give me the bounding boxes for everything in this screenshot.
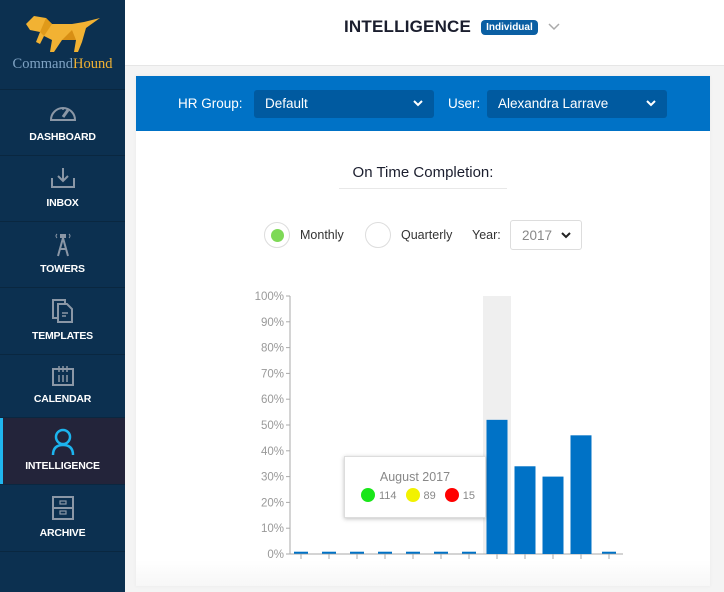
sidebar-item-towers[interactable]: TOWERS bbox=[0, 222, 125, 288]
bar-4 bbox=[378, 551, 392, 554]
bar-2 bbox=[322, 551, 336, 554]
card-footer-fade bbox=[136, 560, 710, 586]
yellow-status-dot-icon bbox=[405, 487, 420, 502]
user-icon bbox=[51, 428, 74, 456]
sidebar-item-label: INTELLIGENCE bbox=[25, 460, 100, 472]
sidebar-item-archive[interactable]: ARCHIVE bbox=[0, 485, 125, 552]
bar-7 bbox=[462, 551, 476, 554]
sidebar-item-calendar[interactable]: CALENDAR bbox=[0, 355, 125, 418]
red-status-dot-icon bbox=[444, 487, 459, 502]
brand-name-part1: Command bbox=[12, 56, 73, 72]
sidebar-item-dashboard[interactable]: DASHBOARD bbox=[0, 90, 125, 156]
y-tick-label: 60% bbox=[261, 394, 284, 406]
y-tick-label: 100% bbox=[255, 291, 284, 303]
sidebar-item-label: TOWERS bbox=[40, 263, 85, 275]
sidebar-item-label: ARCHIVE bbox=[39, 527, 86, 539]
bar-8 bbox=[486, 419, 508, 554]
brand-name: CommandHound bbox=[0, 56, 125, 73]
intelligence-card: HR Group: Default User: Alexandra Larrav… bbox=[136, 76, 710, 586]
y-tick-label: 40% bbox=[261, 446, 284, 458]
download-tray-icon bbox=[50, 168, 75, 188]
tooltip-red-value: 15 bbox=[462, 490, 476, 502]
bar-3 bbox=[350, 551, 364, 554]
header: INTELLIGENCE Individual bbox=[125, 0, 724, 66]
title-dropdown[interactable]: INTELLIGENCE Individual bbox=[344, 17, 560, 37]
bar-6 bbox=[434, 551, 448, 554]
bar-5 bbox=[406, 551, 420, 554]
sidebar-item-label: TEMPLATES bbox=[31, 330, 93, 342]
logo[interactable]: CommandHound bbox=[0, 0, 125, 90]
documents-icon bbox=[51, 299, 73, 323]
bar-1 bbox=[294, 551, 308, 554]
bar-10 bbox=[542, 476, 564, 554]
tooltip-yellow-value: 89 bbox=[423, 490, 436, 502]
sidebar-item-intelligence[interactable]: INTELLIGENCE bbox=[0, 418, 125, 485]
y-tick-label: 90% bbox=[261, 317, 284, 329]
hound-logo-icon bbox=[26, 16, 100, 52]
y-tick-label: 70% bbox=[261, 368, 284, 380]
bar-9 bbox=[514, 466, 536, 554]
sidebar-item-inbox[interactable]: INBOX bbox=[0, 156, 125, 222]
chevron-down-icon[interactable] bbox=[548, 23, 560, 31]
tooltip-green-value: 114 bbox=[379, 490, 397, 502]
sidebar-item-label: INBOX bbox=[46, 197, 79, 209]
y-tick-label: 30% bbox=[261, 472, 284, 484]
calendar-icon bbox=[51, 366, 74, 386]
brand-name-part2: Hound bbox=[72, 56, 113, 72]
mode-badge: Individual bbox=[481, 19, 538, 35]
sidebar-item-label: DASHBOARD bbox=[29, 131, 96, 143]
sidebar: CommandHound DASHBOARD INBOX TOWERS TEMP… bbox=[0, 0, 125, 592]
y-tick-label: 10% bbox=[261, 523, 284, 535]
chart-tooltip: August 2017 114 89 15 bbox=[344, 456, 486, 518]
tooltip-title: August 2017 bbox=[379, 470, 451, 484]
y-tick-label: 80% bbox=[261, 343, 284, 355]
bar-12 bbox=[602, 551, 616, 554]
sidebar-item-templates[interactable]: TEMPLATES bbox=[0, 288, 125, 355]
app: CommandHound DASHBOARD INBOX TOWERS TEMP… bbox=[0, 0, 724, 592]
green-status-dot-icon bbox=[361, 487, 375, 502]
bar-11 bbox=[570, 435, 592, 554]
y-tick-label: 20% bbox=[261, 497, 284, 509]
sidebar-item-label: CALENDAR bbox=[33, 393, 92, 405]
file-cabinet-icon bbox=[51, 496, 74, 520]
radio-tower-icon bbox=[55, 233, 70, 257]
page-title: INTELLIGENCE bbox=[344, 17, 472, 36]
y-tick-label: 50% bbox=[261, 420, 284, 432]
gauge-icon bbox=[49, 107, 76, 121]
tooltip-values: 114 89 15 bbox=[361, 487, 484, 502]
